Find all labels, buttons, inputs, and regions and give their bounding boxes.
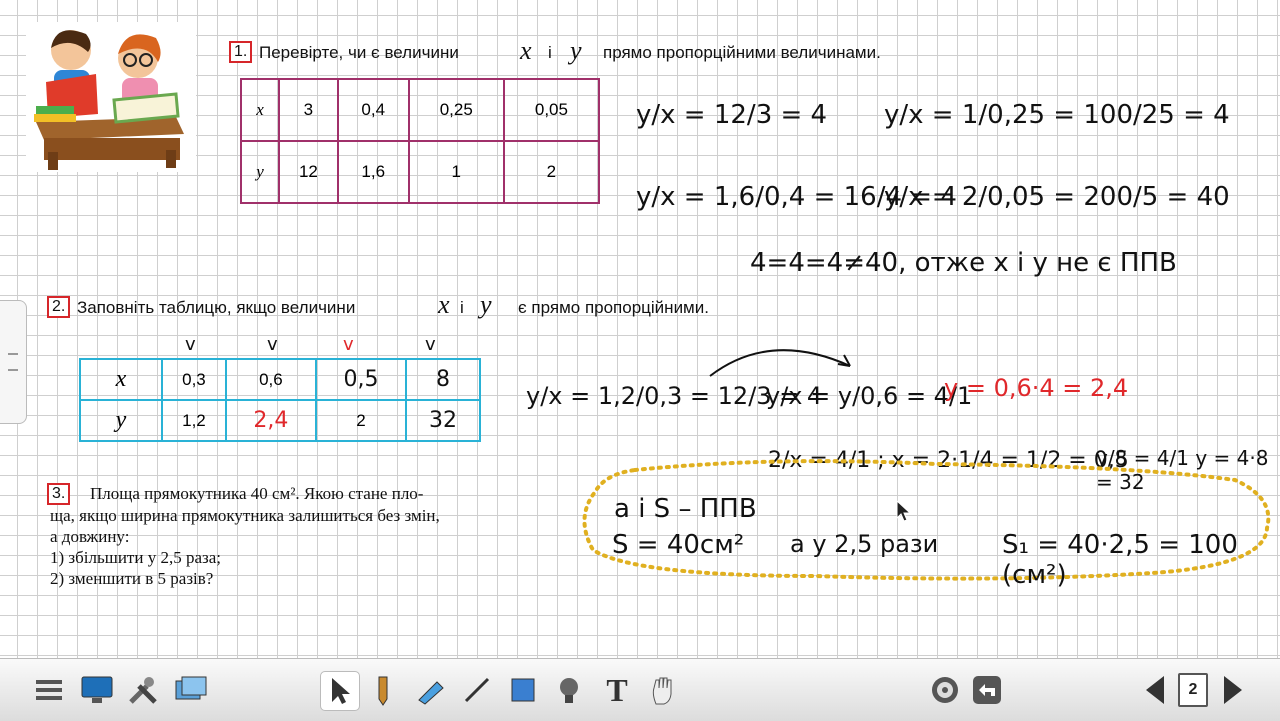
fill-icon[interactable] bbox=[550, 671, 588, 709]
undo-icon[interactable] bbox=[968, 671, 1006, 709]
task2-text-before: Заповніть таблицю, якщо величини bbox=[77, 298, 356, 317]
cursor-icon[interactable] bbox=[320, 671, 360, 711]
task3-line-2: ща, якщо ширина прямокутника залишиться … bbox=[50, 506, 440, 525]
table-cell: 1,6 bbox=[336, 140, 410, 204]
table-cell: 2 bbox=[314, 399, 408, 442]
task2-red-result: y = 0,6·4 = 2,4 bbox=[944, 374, 1129, 402]
task1-text-before: Перевірте, чи є величини bbox=[259, 43, 459, 62]
task1-text-after: прямо пропорційними величинами. bbox=[603, 43, 881, 62]
menu-icon[interactable] bbox=[30, 671, 68, 709]
table-cell: 0,3 bbox=[161, 358, 227, 401]
row-label-y: y bbox=[79, 399, 163, 442]
table-row: x 0,3 0,6 0,5 8 bbox=[79, 358, 481, 401]
table-row: y 1,2 2,4 2 32 bbox=[79, 399, 481, 442]
task1-formula-4: y/x = 2/0,05 = 200/5 = 40 bbox=[884, 182, 1230, 212]
check-mark: v bbox=[343, 334, 354, 355]
task1-formula-1: y/x = 12/3 = 4 bbox=[636, 100, 828, 130]
target-icon[interactable] bbox=[926, 671, 964, 709]
task1-conclusion: 4=4=4≠40, отже x і y не є ППВ bbox=[750, 248, 1177, 278]
row-label-x: x bbox=[79, 358, 163, 401]
task3-work-line-1: a і S – ППВ bbox=[614, 494, 757, 524]
pencil-icon[interactable] bbox=[364, 671, 402, 709]
task1-var-x: x bbox=[520, 36, 532, 65]
task2-var-x: x bbox=[438, 290, 450, 319]
row-label-x: x bbox=[240, 78, 280, 142]
table-cell: 0,6 bbox=[224, 358, 317, 401]
gallery-icon[interactable] bbox=[172, 671, 210, 709]
highlighter-icon[interactable] bbox=[412, 671, 450, 709]
text-icon[interactable]: T bbox=[598, 671, 636, 709]
task3-work-change: a у 2,5 рази bbox=[790, 530, 939, 558]
table-cell: 1 bbox=[407, 140, 505, 204]
kids-reading-illustration bbox=[26, 22, 196, 172]
line-icon[interactable] bbox=[458, 671, 496, 709]
table-cell: 12 bbox=[278, 140, 339, 204]
task2-number: 2. bbox=[47, 296, 71, 318]
row-label-y: y bbox=[240, 140, 280, 204]
task1-formula-2: y/x = 1/0,25 = 100/25 = 4 bbox=[884, 100, 1230, 130]
table-cell: 2 bbox=[502, 140, 601, 204]
mouse-cursor-icon bbox=[896, 500, 912, 522]
task3-line-1: Площа прямокутника 40 см². Якою стане пл… bbox=[90, 484, 424, 503]
table-row: y 12 1,6 1 2 bbox=[240, 140, 601, 204]
next-page-icon[interactable] bbox=[1214, 671, 1252, 709]
table-cell: 0,25 bbox=[407, 78, 505, 142]
side-panel-handle[interactable] bbox=[0, 300, 27, 424]
task1-conj: і bbox=[548, 43, 552, 62]
task2-conj: і bbox=[460, 298, 464, 317]
bottom-toolbar: T 2 bbox=[0, 658, 1280, 721]
table-cell: 3 bbox=[278, 78, 339, 142]
task3-number: 3. bbox=[47, 483, 71, 505]
table-cell: 0,4 bbox=[336, 78, 410, 142]
page-number: 2 bbox=[1178, 673, 1208, 707]
tools-icon[interactable] bbox=[124, 671, 162, 709]
task3-line-4: 1) збільшити у 2,5 раза; bbox=[50, 548, 221, 567]
task2-table: x 0,3 0,6 0,5 8 y 1,2 2,4 2 32 bbox=[79, 358, 481, 442]
task3-line-5: 2) зменшити в 5 разів? bbox=[50, 569, 214, 588]
task2-text-after: є прямо пропорційними. bbox=[518, 298, 709, 317]
task1-var-y: y bbox=[570, 36, 582, 65]
table-cell: 8 bbox=[405, 358, 481, 401]
table-cell: 2,4 bbox=[224, 399, 317, 442]
check-mark: v bbox=[185, 334, 196, 355]
task1-table: x 3 0,4 0,25 0,05 y 12 1,6 1 2 bbox=[240, 78, 601, 204]
monitor-icon[interactable] bbox=[78, 671, 116, 709]
prev-page-icon[interactable] bbox=[1136, 671, 1174, 709]
table-cell: 0,5 bbox=[314, 358, 408, 401]
shape-icon[interactable] bbox=[504, 671, 542, 709]
arrow-annotation bbox=[709, 349, 851, 377]
check-mark: v bbox=[267, 334, 278, 355]
task2-var-y: y bbox=[480, 290, 492, 319]
task3-line-3: а довжину: bbox=[50, 527, 130, 546]
table-row: x 3 0,4 0,25 0,05 bbox=[240, 78, 601, 142]
task3-work-area: S = 40см² bbox=[612, 530, 745, 560]
table-cell: 32 bbox=[405, 399, 481, 442]
check-mark: v bbox=[425, 334, 436, 355]
table-cell: 1,2 bbox=[161, 399, 227, 442]
task3-work-result: S₁ = 40·2,5 = 100 (см²) bbox=[1002, 530, 1238, 590]
table-cell: 0,05 bbox=[502, 78, 601, 142]
grip-icon bbox=[8, 353, 18, 371]
task1-number: 1. bbox=[229, 41, 253, 63]
page-icon[interactable]: 2 bbox=[1174, 671, 1212, 709]
hand-icon[interactable] bbox=[644, 671, 682, 709]
task2-formula-2: y/x = y/0,6 = 4/1 bbox=[766, 382, 973, 410]
